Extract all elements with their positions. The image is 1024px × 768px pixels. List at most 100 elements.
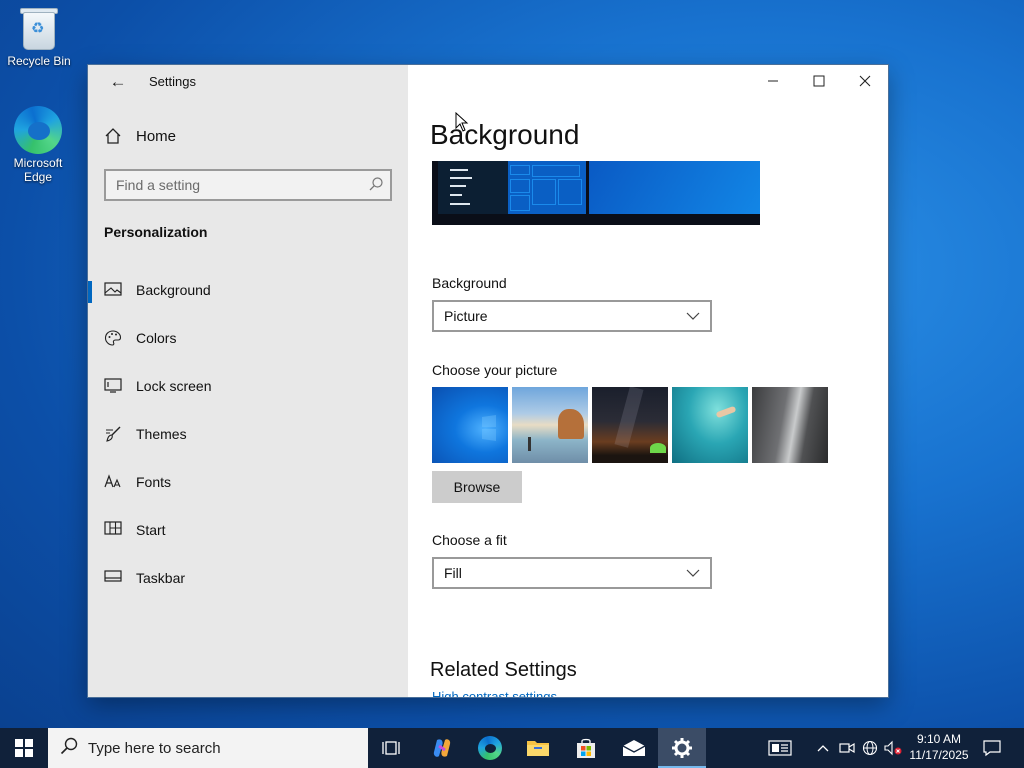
nav-item-taskbar[interactable]: Taskbar xyxy=(88,558,408,598)
nav-item-fonts[interactable]: Fonts xyxy=(88,462,408,502)
related-settings-title: Related Settings xyxy=(430,659,577,681)
task-view-icon xyxy=(382,741,400,755)
choose-picture-label: Choose your picture xyxy=(432,362,558,378)
thumbnail-underwater[interactable] xyxy=(672,387,748,463)
file-explorer-button[interactable] xyxy=(514,728,562,768)
recycle-bin-desktop-icon[interactable]: ♻ Recycle Bin xyxy=(1,6,77,68)
background-preview xyxy=(432,161,760,225)
taskbar-search-box[interactable] xyxy=(48,728,368,768)
notification-icon xyxy=(983,740,1001,757)
settings-nav-pane: ← Settings Home Personalization Backgrou… xyxy=(88,65,408,697)
windows-logo-icon xyxy=(15,739,33,757)
taskbar-search-input[interactable] xyxy=(88,739,358,757)
settings-taskbar-button[interactable] xyxy=(658,728,706,768)
recycle-bin-icon: ♻ xyxy=(19,6,59,52)
news-widget-button[interactable] xyxy=(758,728,802,768)
taskbar: 9:10 AM 11/17/2025 xyxy=(0,728,1024,768)
home-label: Home xyxy=(136,127,177,145)
fit-label: Choose a fit xyxy=(432,532,507,548)
clock[interactable]: 9:10 AM 11/17/2025 xyxy=(904,731,974,763)
window-title: Settings xyxy=(149,74,196,89)
nav-item-label: Lock screen xyxy=(136,378,212,394)
network-button[interactable] xyxy=(859,728,881,768)
settings-window: ← Settings Home Personalization Backgrou… xyxy=(88,65,888,697)
clock-time: 9:10 AM xyxy=(916,732,962,746)
store-icon xyxy=(577,738,595,758)
search-icon xyxy=(368,176,384,197)
find-setting-input[interactable] xyxy=(106,171,354,199)
edge-desktop-icon[interactable]: Microsoft Edge xyxy=(0,106,76,184)
nav-item-label: Taskbar xyxy=(136,570,186,586)
store-button[interactable] xyxy=(562,728,610,768)
picture-thumbnails xyxy=(432,387,828,463)
thumbnail-beach-rocks[interactable] xyxy=(512,387,588,463)
mouse-cursor-icon xyxy=(455,111,469,137)
edge-taskbar-button[interactable] xyxy=(466,728,514,768)
maximize-icon xyxy=(813,75,825,87)
nav-item-themes[interactable]: Themes xyxy=(88,414,408,454)
nav-item-label: Background xyxy=(136,282,211,298)
thumbnail-night-sky[interactable] xyxy=(592,387,668,463)
news-icon xyxy=(768,740,792,756)
recycle-bin-label: Recycle Bin xyxy=(7,54,71,68)
find-setting-box[interactable] xyxy=(104,169,392,201)
back-button[interactable]: ← xyxy=(104,71,132,93)
background-type-value: Picture xyxy=(444,308,488,324)
globe-icon xyxy=(862,740,878,756)
edge-label: Microsoft Edge xyxy=(13,156,63,184)
palette-icon xyxy=(104,329,124,347)
close-button[interactable] xyxy=(842,65,888,97)
chevron-down-icon xyxy=(686,302,700,340)
page-title: Background xyxy=(430,119,580,150)
camera-icon xyxy=(839,742,855,754)
nav-item-background[interactable]: Background xyxy=(88,270,408,310)
nav-item-lock-screen[interactable]: Lock screen xyxy=(88,366,408,406)
folder-icon xyxy=(527,741,549,756)
close-icon xyxy=(859,75,871,87)
copilot-button[interactable] xyxy=(418,728,466,768)
nav-item-colors[interactable]: Colors xyxy=(88,318,408,358)
meet-now-button[interactable] xyxy=(836,728,858,768)
fit-value: Fill xyxy=(444,565,462,581)
brush-icon xyxy=(104,425,124,443)
taskbar-icon xyxy=(104,569,124,587)
settings-content-pane: Background Background Picture Choose you… xyxy=(408,65,888,697)
background-label: Background xyxy=(432,275,507,291)
font-icon xyxy=(104,473,124,491)
caption-buttons xyxy=(750,65,888,97)
task-view-button[interactable] xyxy=(368,728,416,768)
chevron-up-icon xyxy=(817,745,829,752)
gear-icon xyxy=(672,738,692,758)
mail-button[interactable] xyxy=(610,728,658,768)
clock-date: 11/17/2025 xyxy=(909,748,969,762)
minimize-button[interactable] xyxy=(750,65,796,97)
nav-item-label: Themes xyxy=(136,426,187,442)
nav-item-label: Fonts xyxy=(136,474,172,490)
edge-icon xyxy=(478,736,502,760)
home-link[interactable]: Home xyxy=(104,127,176,145)
browse-button[interactable]: Browse xyxy=(432,471,522,503)
picture-icon xyxy=(104,281,124,299)
start-button[interactable] xyxy=(0,728,48,768)
volume-button[interactable] xyxy=(882,728,904,768)
thumbnail-waterfall[interactable] xyxy=(752,387,828,463)
chevron-down-icon xyxy=(686,559,700,597)
fit-dropdown[interactable]: Fill xyxy=(432,557,712,589)
lock-screen-icon xyxy=(104,377,124,395)
related-link[interactable]: High contrast settings xyxy=(432,691,557,697)
thumbnail-windows-blue[interactable] xyxy=(432,387,508,463)
start-tiles-icon xyxy=(104,521,124,539)
home-icon xyxy=(104,127,124,145)
minimize-icon xyxy=(768,80,778,82)
copilot-icon xyxy=(433,739,451,757)
search-icon xyxy=(60,737,78,760)
nav-item-label: Colors xyxy=(136,330,177,346)
notifications-button[interactable] xyxy=(978,728,1006,768)
show-hidden-icons-button[interactable] xyxy=(812,728,834,768)
section-title: Personalization xyxy=(104,224,208,240)
edge-icon xyxy=(14,106,62,154)
maximize-button[interactable] xyxy=(796,65,842,97)
nav-item-start[interactable]: Start xyxy=(88,510,408,550)
mail-icon xyxy=(622,740,646,756)
background-type-dropdown[interactable]: Picture xyxy=(432,300,712,332)
